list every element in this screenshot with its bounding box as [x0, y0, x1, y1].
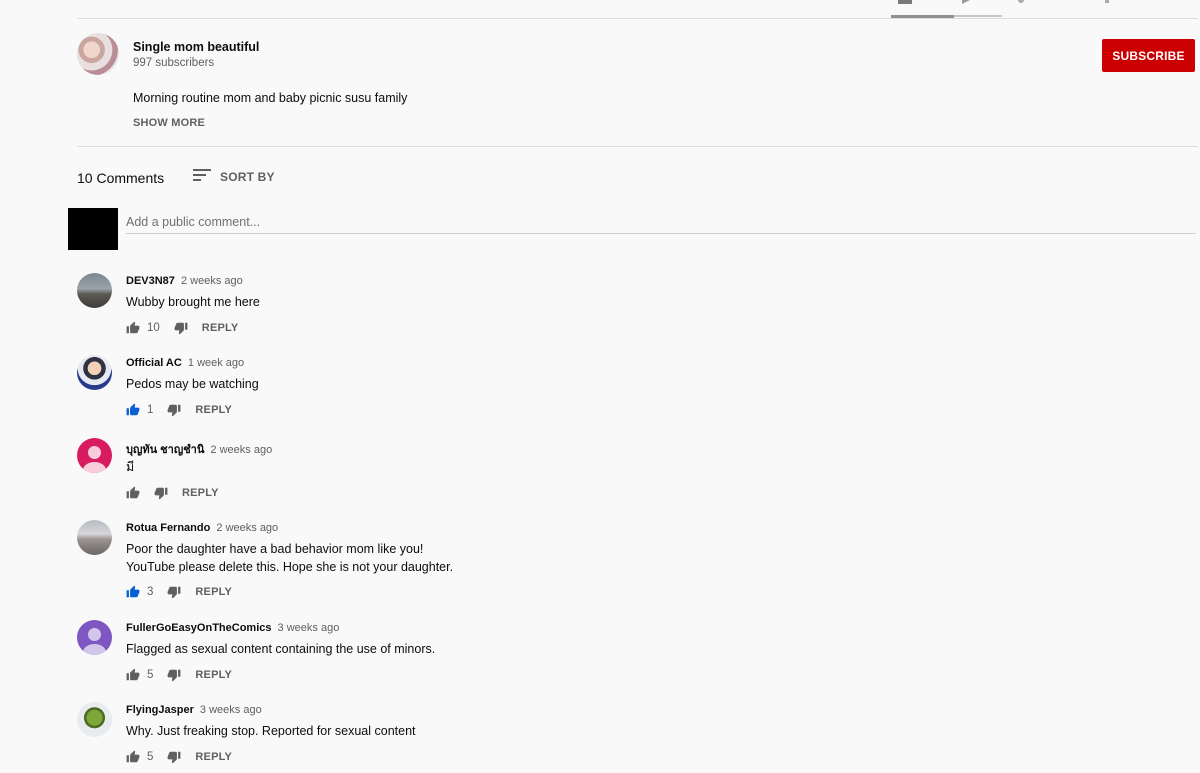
reply-button[interactable]: REPLY: [195, 586, 232, 598]
video-description: Morning routine mom and baby picnic susu…: [133, 91, 408, 105]
comment-text: Pedos may be watching: [126, 377, 259, 391]
channel-avatar[interactable]: [77, 33, 119, 75]
comment-time[interactable]: 3 weeks ago: [200, 704, 262, 716]
dislike-bar-indicator: [954, 15, 1002, 17]
reply-button[interactable]: REPLY: [195, 751, 232, 763]
thumbs-down-icon[interactable]: [174, 321, 188, 335]
thumbs-up-icon[interactable]: [126, 486, 140, 500]
comment-actions: REPLY: [126, 485, 219, 501]
comment-time[interactable]: 2 weeks ago: [216, 522, 278, 534]
comment-header: Rotua Fernando 2 weeks ago: [126, 522, 278, 534]
avatar[interactable]: [77, 620, 112, 655]
comment-actions: 10 REPLY: [126, 320, 238, 336]
comment-text: Why. Just freaking stop. Reported for se…: [126, 724, 416, 738]
tab-icon-fragment: [962, 0, 970, 4]
like-count: 5: [147, 751, 154, 763]
avatar[interactable]: [77, 520, 112, 555]
comment-author[interactable]: FullerGoEasyOnTheComics: [126, 622, 271, 634]
comment-text: Poor the daughter have a bad behavior mo…: [126, 542, 454, 574]
like-bar-indicator: [891, 15, 954, 18]
comment-text: Wubby brought me here: [126, 295, 260, 309]
reply-button[interactable]: REPLY: [182, 487, 219, 499]
like-count: 10: [147, 322, 160, 334]
sort-icon[interactable]: [193, 169, 211, 183]
thumbs-up-icon[interactable]: [126, 321, 140, 335]
comment-header: DEV3N87 2 weeks ago: [126, 275, 243, 287]
comment-time[interactable]: 3 weeks ago: [278, 622, 340, 634]
reply-button[interactable]: REPLY: [202, 322, 239, 334]
tab-icon-fragment: [898, 0, 912, 4]
thumbs-down-icon[interactable]: [167, 403, 181, 417]
comment-time[interactable]: 2 weeks ago: [181, 275, 243, 287]
user-avatar: [68, 208, 118, 250]
comment-header: FlyingJasper 3 weeks ago: [126, 704, 262, 716]
top-divider: [77, 18, 1198, 19]
reply-button[interactable]: REPLY: [195, 404, 232, 416]
comment-time[interactable]: 1 week ago: [188, 357, 244, 369]
tab-icon-fragment: [1105, 0, 1109, 3]
comment-actions: 5 REPLY: [126, 749, 232, 765]
avatar[interactable]: [77, 438, 112, 473]
section-divider: [77, 146, 1198, 147]
avatar[interactable]: [77, 273, 112, 308]
avatar[interactable]: [77, 355, 112, 390]
comment-author[interactable]: FlyingJasper: [126, 704, 194, 716]
comment-header: บุญทัน ชาญชำนิ 2 weeks ago: [126, 440, 272, 458]
comment-header: Official AC 1 week ago: [126, 357, 244, 369]
comment-actions: 3 REPLY: [126, 584, 232, 600]
thumbs-down-icon[interactable]: [167, 750, 181, 764]
comment-actions: 1 REPLY: [126, 402, 232, 418]
subscribe-button[interactable]: SUBSCRIBE: [1102, 39, 1195, 72]
sort-by-button[interactable]: SORT BY: [220, 170, 275, 184]
like-count: 1: [147, 404, 154, 416]
reply-button[interactable]: REPLY: [195, 669, 232, 681]
comment-author[interactable]: DEV3N87: [126, 275, 175, 287]
comment-text: มี: [126, 460, 135, 474]
like-count: 5: [147, 669, 154, 681]
thumbs-up-icon[interactable]: [126, 668, 140, 682]
tab-icon-fragment: [1018, 0, 1024, 3]
subscriber-count: 997 subscribers: [133, 57, 215, 69]
thumbs-up-icon[interactable]: [126, 403, 140, 417]
thumbs-down-icon[interactable]: [167, 668, 181, 682]
channel-name[interactable]: Single mom beautiful: [133, 40, 259, 54]
thumbs-up-icon[interactable]: [126, 585, 140, 599]
comment-author[interactable]: บุญทัน ชาญชำนิ: [126, 444, 204, 456]
comment-actions: 5 REPLY: [126, 667, 232, 683]
like-count: 3: [147, 586, 154, 598]
avatar[interactable]: [77, 702, 112, 737]
thumbs-down-icon[interactable]: [154, 486, 168, 500]
comment-author[interactable]: Official AC: [126, 357, 182, 369]
thumbs-up-icon[interactable]: [126, 750, 140, 764]
comment-header: FullerGoEasyOnTheComics 3 weeks ago: [126, 622, 339, 634]
comment-text: Flagged as sexual content containing the…: [126, 642, 436, 656]
comment-count: 10 Comments: [77, 170, 165, 186]
comment-author[interactable]: Rotua Fernando: [126, 522, 210, 534]
comment-input[interactable]: [126, 211, 1196, 234]
show-more-button[interactable]: SHOW MORE: [133, 117, 205, 129]
thumbs-down-icon[interactable]: [167, 585, 181, 599]
comment-time[interactable]: 2 weeks ago: [210, 444, 272, 456]
